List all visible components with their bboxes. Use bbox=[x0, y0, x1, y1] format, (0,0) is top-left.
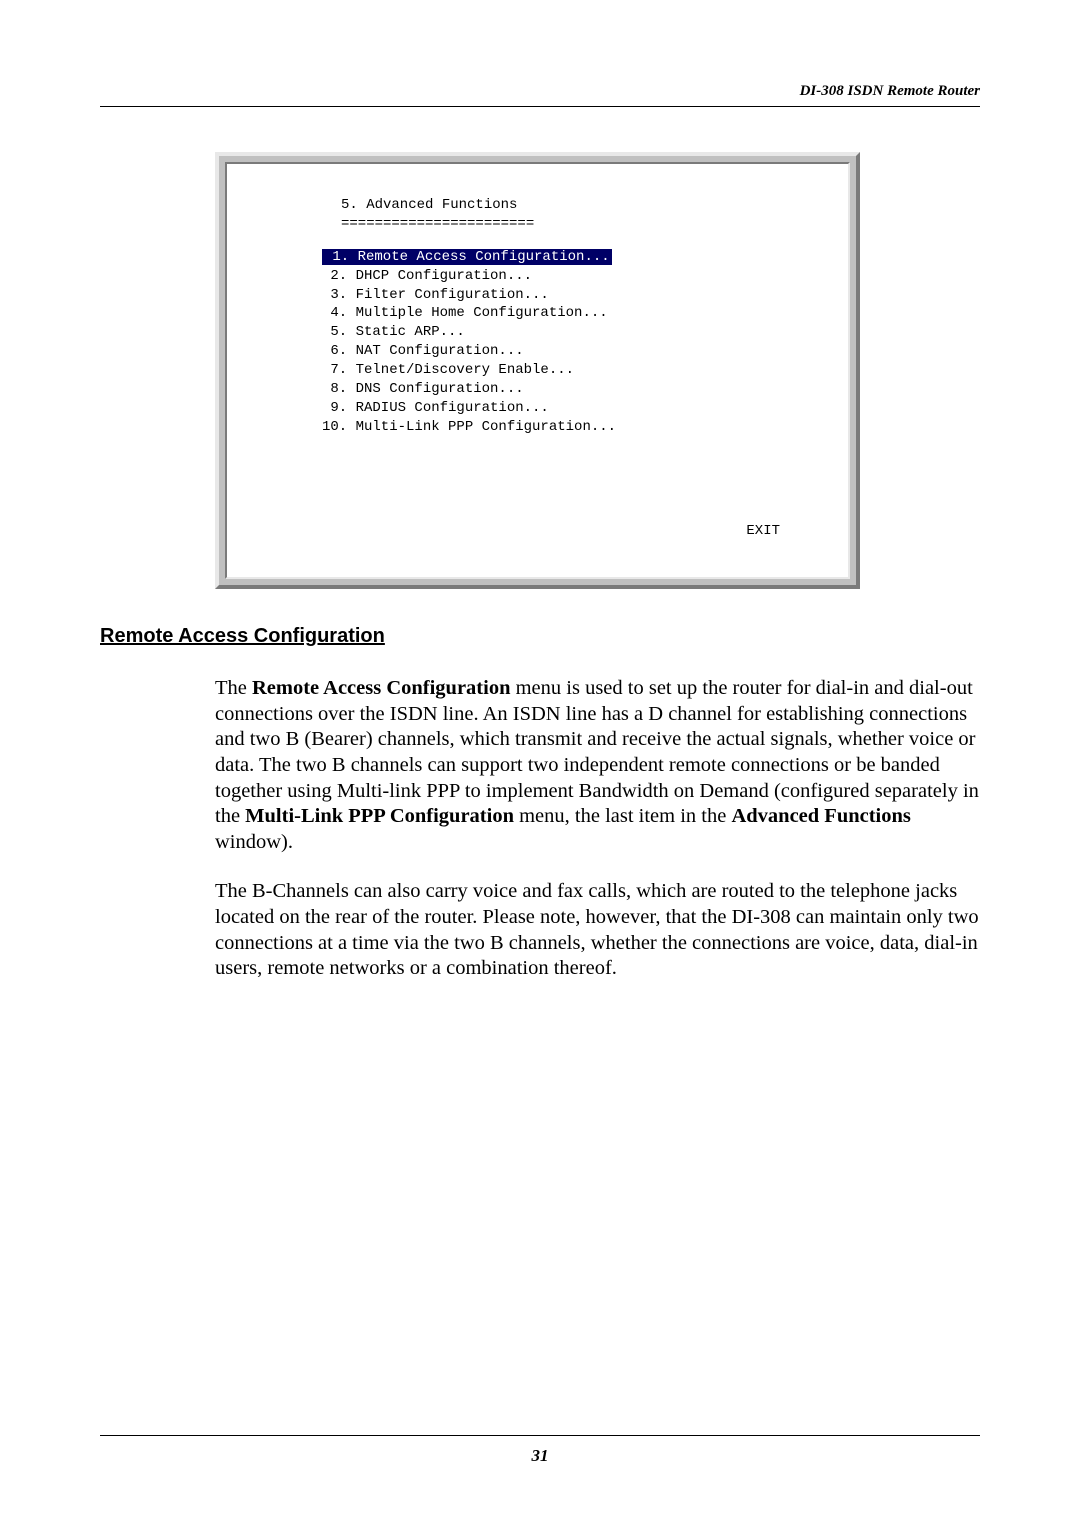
terminal-menu-item[interactable]: 2. DHCP Configuration... bbox=[322, 267, 828, 286]
p1-bold3: Advanced Functions bbox=[731, 805, 910, 827]
page-header: DI-308 ISDN Remote Router bbox=[100, 83, 980, 107]
p1-text4: window). bbox=[215, 831, 293, 853]
page-footer: 31 bbox=[100, 1435, 980, 1466]
terminal-menu: 1. Remote Access Configuration... 2. DHC… bbox=[247, 248, 828, 437]
terminal-screen: 5. Advanced Functions ==================… bbox=[225, 162, 850, 579]
section-heading: Remote Access Configuration bbox=[100, 625, 980, 648]
terminal-menu-item[interactable]: 10. Multi-Link PPP Configuration... bbox=[322, 418, 828, 437]
terminal-menu-item[interactable]: 8. DNS Configuration... bbox=[322, 380, 828, 399]
p1-text3: menu, the last item in the bbox=[514, 805, 731, 827]
page-number: 31 bbox=[532, 1446, 549, 1465]
p1-bold1: Remote Access Configuration bbox=[252, 677, 510, 699]
paragraph-2: The B-Channels can also carry voice and … bbox=[215, 879, 980, 982]
terminal-menu-item[interactable]: 5. Static ARP... bbox=[322, 323, 828, 342]
header-text: DI-308 ISDN Remote Router bbox=[800, 83, 980, 99]
terminal-menu-item[interactable]: 6. NAT Configuration... bbox=[322, 342, 828, 361]
terminal-menu-item[interactable]: 3. Filter Configuration... bbox=[322, 286, 828, 305]
p1-text1: The bbox=[215, 677, 252, 699]
terminal-menu-item[interactable]: 4. Multiple Home Configuration... bbox=[322, 304, 828, 323]
terminal-title: 5. Advanced Functions bbox=[341, 196, 828, 215]
terminal-menu-item[interactable]: 7. Telnet/Discovery Enable... bbox=[322, 361, 828, 380]
terminal-menu-item[interactable]: 1. Remote Access Configuration... bbox=[322, 248, 828, 267]
terminal-exit-label[interactable]: EXIT bbox=[746, 522, 780, 541]
paragraph-1: The Remote Access Configuration menu is … bbox=[215, 676, 980, 855]
terminal-screenshot-frame: 5. Advanced Functions ==================… bbox=[215, 152, 860, 589]
terminal-separator: ======================= bbox=[341, 215, 828, 234]
p1-bold2: Multi-Link PPP Configuration bbox=[245, 805, 514, 827]
terminal-menu-item[interactable]: 9. RADIUS Configuration... bbox=[322, 399, 828, 418]
